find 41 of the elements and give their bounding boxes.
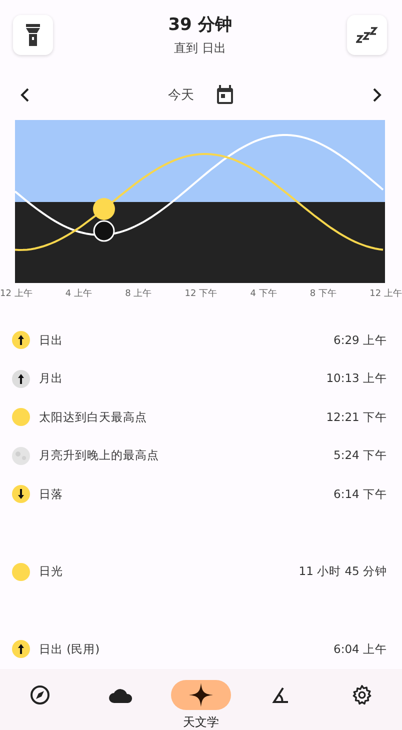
moon-icon: [12, 446, 30, 465]
calendar-button[interactable]: [216, 85, 234, 105]
moonrise-icon: [12, 370, 30, 388]
event-time: 12:21 下午: [326, 410, 387, 425]
event-time: 6:29 上午: [334, 332, 387, 348]
cloud-icon: [108, 686, 133, 702]
sunrise-icon: [12, 331, 30, 350]
compass-icon: [30, 684, 50, 704]
event-label: 月出: [39, 371, 63, 386]
event-time: 10:13 上午: [326, 371, 387, 386]
event-label: 日出: [39, 332, 63, 348]
angle-icon: [272, 686, 290, 702]
sun-icon: [12, 408, 30, 426]
event-label: 日出 (民用): [39, 642, 100, 657]
flashlight-button[interactable]: [13, 15, 53, 55]
event-time: 6:04 上午: [334, 642, 387, 657]
event-time: 5:24 下午: [334, 448, 387, 464]
axis-label: 8 下午: [310, 288, 336, 300]
event-label: 日落: [39, 486, 63, 502]
star-icon: [188, 682, 213, 706]
event-label: 月亮升到晚上的最高点: [39, 448, 159, 464]
event-time: 11 小时 45 分钟: [298, 564, 387, 580]
axis-label: 8 上午: [125, 288, 152, 300]
date-label: 今天: [168, 87, 194, 104]
axis-label: 12 上午: [370, 288, 402, 300]
axis-label: 4 上午: [65, 288, 92, 300]
countdown-title: 39 分钟: [168, 14, 232, 36]
event-time: 6:14 下午: [334, 486, 387, 502]
countdown-subtitle: 直到 日出: [174, 40, 226, 57]
sun-icon: [12, 562, 30, 581]
sleep-icon: [356, 27, 378, 43]
sunset-icon: [12, 485, 30, 504]
event-label: 太阳达到白天最高点: [39, 410, 147, 425]
flashlight-icon: [26, 24, 40, 46]
event-label: 日光: [39, 564, 63, 580]
axis-label: 12 下午: [184, 288, 218, 300]
axis-label: 4 下午: [250, 288, 277, 300]
sunrise-icon: [12, 640, 30, 658]
sleep-button[interactable]: [346, 15, 387, 55]
axis-label: 12 上午: [0, 288, 32, 300]
settings-icon: [352, 684, 372, 704]
